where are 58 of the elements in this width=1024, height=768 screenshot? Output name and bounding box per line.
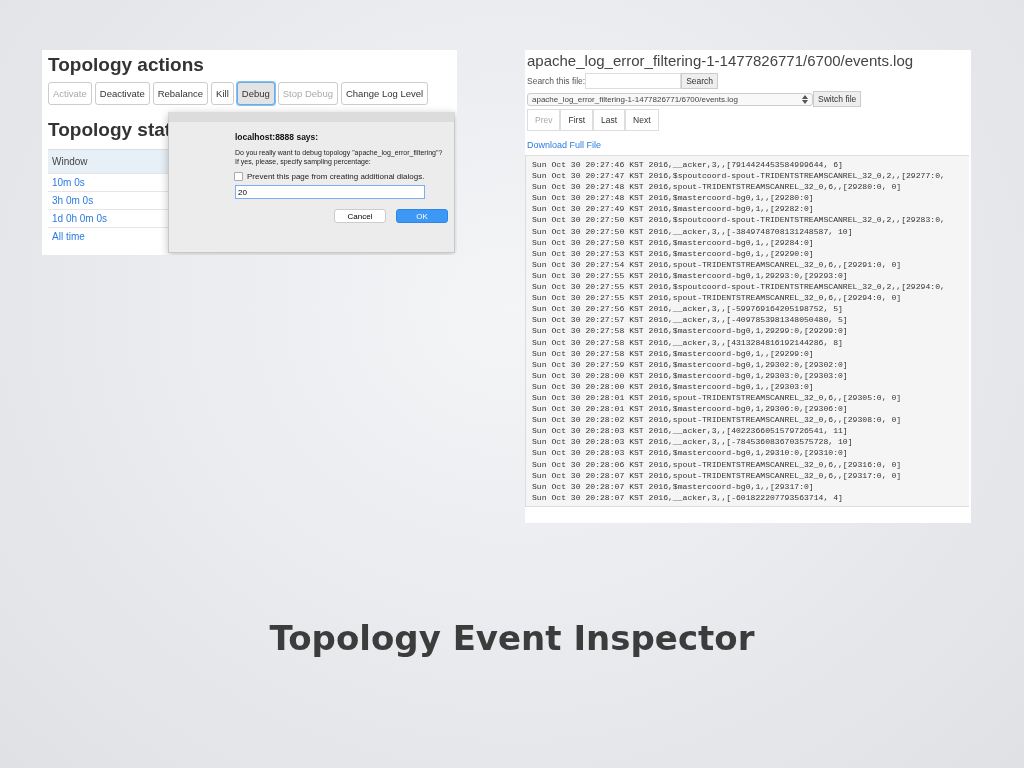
log-line: Sun Oct 30 20:28:07 KST 2016,spout-TRIDENTSTREAMSCANREL_32_0,6,,[29317:0, 0] bbox=[532, 469, 903, 481]
log-line: Sun Oct 30 20:27:55 KST 2016,$mastercoord-bg0,1,29293:0,[29293:0] bbox=[532, 269, 849, 282]
action-button[interactable]: Kill bbox=[211, 82, 234, 105]
window-link[interactable]: 1d 0h 0m 0s bbox=[52, 213, 108, 224]
log-line: Sun Oct 30 20:27:50 KST 2016,$spoutcoord-spout-TRIDENTSTREAMSCANREL_32_0,2,,[29283:0, bbox=[532, 214, 946, 226]
log-line: Sun Oct 30 20:28:00 KST 2016,$mastercoord-bg0,1,,[29303:0] bbox=[532, 380, 815, 392]
window-link[interactable]: 10m 0s bbox=[52, 177, 85, 188]
file-title: apache_log_error_filtering-1-1477826771/6700/events.log bbox=[527, 52, 915, 69]
pager-button[interactable]: Next bbox=[625, 109, 659, 131]
log-line: Sun Oct 30 20:27:55 KST 2016,$spoutcoord-spout-TRIDENTSTREAMSCANREL_32_0,2,,[29294:0, bbox=[532, 281, 946, 293]
file-dropdown[interactable]: apache_log_error_filtering-1-1477826771/6700/events.log bbox=[527, 92, 813, 106]
log-line: Sun Oct 30 20:28:03 KST 2016,__acker,3,,[4022366051579726541, 11] bbox=[532, 425, 849, 437]
input-field[interactable]: 20 bbox=[235, 185, 425, 200]
search-label: Search this file: bbox=[527, 76, 586, 86]
log-line: Sun Oct 30 20:27:48 KST 2016,$mastercoord-bg0,1,,[29280:0] bbox=[532, 192, 815, 204]
log-line: Sun Oct 30 20:27:58 KST 2016,__acker,3,,[4313284816192144286, 8] bbox=[532, 336, 844, 348]
checkbox[interactable] bbox=[234, 172, 243, 182]
checkbox-label: Prevent this page from creating additional dialogs. bbox=[247, 172, 425, 182]
log-line: Sun Oct 30 20:28:06 KST 2016,spout-TRIDENTSTREAMSCANREL_32_0,6,,[29316:0, 0] bbox=[532, 458, 903, 470]
log-line: Sun Oct 30 20:27:49 KST 2016,$mastercoord-bg0,1,,[29282:0] bbox=[532, 203, 815, 215]
log-line: Sun Oct 30 20:27:48 KST 2016,spout-TRIDENTSTREAMSCANREL_32_0,6,,[29280:0, 0] bbox=[532, 181, 903, 193]
log-line: Sun Oct 30 20:28:01 KST 2016,$mastercoord-bg0,1,29306:0,[29306:0] bbox=[532, 403, 849, 415]
pager-button[interactable]: Last bbox=[593, 109, 626, 131]
log-line: Sun Oct 30 20:27:55 KST 2016,spout-TRIDENTSTREAMSCANREL_32_0,6,,[29294:0, 0] bbox=[532, 292, 903, 304]
search-button[interactable]: Search bbox=[681, 73, 719, 89]
log-line: Sun Oct 30 20:28:03 KST 2016,__acker,3,,[-7845360836703575728, 10] bbox=[532, 436, 854, 448]
dialog-title: localhost:8888 says: bbox=[235, 132, 320, 142]
log-line: Sun Oct 30 20:28:01 KST 2016,spout-TRIDENTSTREAMSCANREL_32_0,6,,[29305:0, 0] bbox=[532, 391, 903, 404]
window-link[interactable]: 3h 0m 0s bbox=[52, 195, 94, 206]
window-link[interactable]: All time bbox=[52, 231, 85, 242]
slide-title: Topology Event Inspector bbox=[268, 618, 756, 658]
log-line: Sun Oct 30 20:27:59 KST 2016,$mastercoord-bg0,1,29302:0,[29302:0] bbox=[532, 358, 849, 370]
action-button[interactable]: Debug bbox=[236, 82, 275, 105]
log-line: Sun Oct 30 20:28:07 KST 2016,$mastercoord-bg0,1,,[29317:0] bbox=[532, 480, 815, 492]
search-field[interactable] bbox=[585, 73, 682, 89]
log-line: Sun Oct 30 20:28:03 KST 2016,$mastercoord-bg0,1,29310:0,[29310:0] bbox=[532, 447, 849, 459]
log-line: Sun Oct 30 20:27:54 KST 2016,spout-TRIDENTSTREAMSCANREL_32_0,6,,[29291:0, 0] bbox=[532, 258, 903, 270]
log-line: Sun Oct 30 20:28:02 KST 2016,spout-TRIDENTSTREAMSCANREL_32_0,6,,[29308:0, 0] bbox=[532, 414, 903, 426]
log-line: Sun Oct 30 20:27:53 KST 2016,$mastercoord-bg0,1,,[29290:0] bbox=[532, 247, 815, 259]
section-title: Topology actions bbox=[48, 54, 205, 76]
log-line: Sun Oct 30 20:28:07 KST 2016,__acker,3,,[-601822207793563714, 4] bbox=[532, 491, 844, 503]
log-line: Sun Oct 30 20:28:00 KST 2016,$mastercoord-bg0,1,29303:0,[29303:0] bbox=[532, 369, 849, 381]
switch-file-button[interactable]: Switch file bbox=[813, 91, 862, 107]
log-line: Sun Oct 30 20:27:46 KST 2016,__acker,3,,[7914424453584999644, 6] bbox=[532, 159, 844, 171]
dropdown-arrows-icon bbox=[802, 94, 808, 104]
log-line: Sun Oct 30 20:27:47 KST 2016,$spoutcoord-spout-TRIDENTSTREAMSCANREL_32_0,2,,[29277:0, bbox=[532, 170, 946, 182]
dialog-button[interactable]: Cancel bbox=[334, 209, 386, 224]
log-line: Sun Oct 30 20:27:50 KST 2016,__acker,3,,[-3849748708131248587, 10] bbox=[532, 225, 854, 237]
log-line: Sun Oct 30 20:27:56 KST 2016,__acker,3,,[-599769164205198752, 5] bbox=[532, 303, 844, 315]
log-line: Sun Oct 30 20:27:57 KST 2016,__acker,3,,[-4097853981348050480, 5] bbox=[532, 314, 849, 326]
download-link[interactable]: Download Full File bbox=[527, 140, 602, 150]
log-line: Sun Oct 30 20:27:50 KST 2016,$mastercoord-bg0,1,,[29284:0] bbox=[532, 236, 815, 248]
action-button[interactable]: Rebalance bbox=[152, 82, 209, 105]
log-line: Sun Oct 30 20:27:58 KST 2016,$mastercoord-bg0,1,,[29299:0] bbox=[532, 347, 815, 359]
log-line: Sun Oct 30 20:27:58 KST 2016,$mastercoord-bg0,1,29299:0,[29299:0] bbox=[532, 325, 849, 337]
action-button[interactable]: Deactivate bbox=[94, 82, 150, 105]
action-button[interactable]: Change Log Level bbox=[340, 82, 429, 105]
pager-button[interactable]: First bbox=[560, 109, 593, 131]
